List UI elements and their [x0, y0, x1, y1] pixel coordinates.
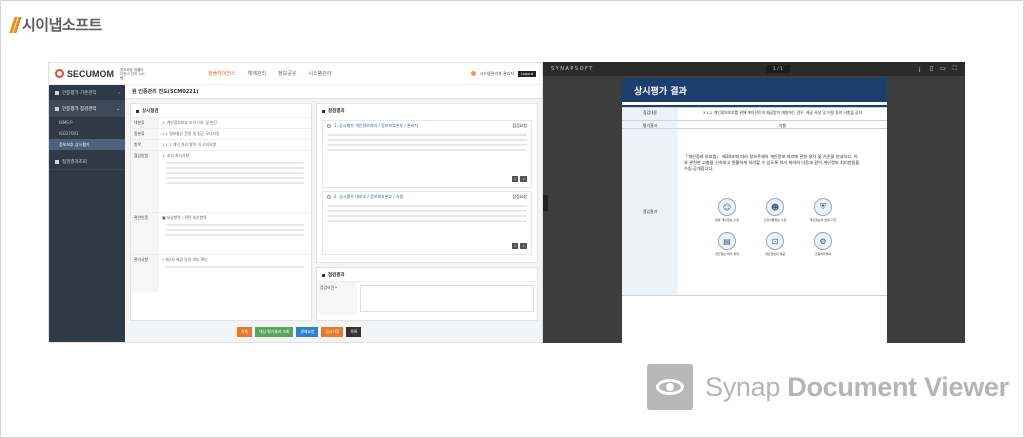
page-indicator[interactable]: 1 / 1 [765, 65, 790, 73]
chevron-down-icon: ⌄ [116, 106, 120, 111]
result-card: 1. 상시평가 개인정보처리 / 정보보호본부 / 관리자 점검요청 ⇩ ⇩ [322, 120, 532, 188]
brand-logo-text: 시이냅소프트 [22, 16, 102, 34]
info-icon[interactable]: ｉ [917, 65, 923, 74]
privacy-item: ▤ 개인정보 처리 위탁 [710, 232, 744, 256]
viewer-toolbar: SYNAPSOFT 1 / 1 ｉ ▯ ▭ ⛶ [543, 62, 965, 76]
fullscreen-icon[interactable]: ⛶ [953, 65, 957, 74]
sidebar-sub-iso[interactable]: ISO27001 [49, 128, 125, 139]
list-button[interactable]: 목록 [346, 327, 362, 337]
section-heading: 점검결과 [317, 104, 537, 117]
section-heading: 점검결과 [317, 268, 537, 281]
detail-row: 중분류 1.1 정보통신 운용 및 접근 모니터링 [131, 128, 311, 139]
temp-save-button[interactable]: 임시저장 [321, 327, 344, 337]
detail-row: 점검방법 1. 조치 처리사항 [131, 150, 311, 212]
main-content: 원 인증관리 전도(SCM0221) 상시점검 대분류 1. 개인정보보호 조치 … [125, 85, 542, 342]
menu-square-icon [55, 90, 59, 95]
privacy-notice-text: 「개인정보 보호법」 제30조에 따라 정보주체의 개인정보 처리에 관한 절차… [684, 154, 860, 171]
document-page: 상시평가 결과 점검내용 3.1.2 개인정보보호를 위해 에이전트의 제공받아 … [622, 78, 887, 343]
status-badge: 점검요청 [512, 123, 527, 128]
approval-request-button[interactable]: 결재요청 [296, 327, 319, 337]
sidebar-item-results[interactable]: 점검결과조회 [49, 154, 125, 170]
privacy-item: ☻ 고유식별정보 수집 [758, 198, 792, 222]
top-navigation: 컴플라이언스 체계관리 정보공유 시스템관리 [208, 70, 331, 77]
eye-logo-icon [647, 364, 693, 410]
nav-framework[interactable]: 체계관리 [248, 70, 266, 77]
gear-icon: ⚙ [814, 232, 832, 250]
radio-button[interactable] [327, 195, 331, 199]
sidebar-item-label: 인증평가 점검관리 [62, 106, 97, 112]
delete-button[interactable]: 삭제 [237, 327, 252, 337]
id-icon: ☻ [766, 198, 784, 216]
single-page-icon[interactable]: ▯ [930, 65, 933, 74]
inspection-results-pane: 점검결과 1. 상시평가 개인정보처리 / 정보보호본부 / 관리자 점검요청 ⇩… [316, 103, 538, 263]
lock-icon: ⊡ [766, 232, 784, 250]
privacy-item: ⛨ 개인정보의 보유 기간 [806, 198, 840, 222]
attachment-button[interactable]: ⇩ [520, 176, 527, 182]
logout-button[interactable]: Logout [518, 70, 536, 77]
person-icon: ☺ [718, 198, 736, 216]
result-card-title[interactable]: 1. 상시평가 개인정보처리 / 정보보호본부 / 관리자 [334, 123, 418, 129]
double-page-icon[interactable]: ▭ [940, 65, 946, 74]
secumom-logo-icon [55, 69, 64, 78]
document-table-row: 평가결과 이행 [622, 120, 887, 128]
chevron-right-icon: › [118, 90, 120, 95]
detail-row: 관련인증 ■ 대상항목 / 관련 세부항목 [131, 212, 311, 254]
thumbnail-toggle[interactable] [543, 195, 548, 211]
status-badge: 점검요청 [512, 194, 527, 199]
sidebar-item-label: 점검결과조회 [62, 159, 87, 165]
menu-square-icon [55, 106, 59, 111]
opinion-textarea[interactable] [360, 285, 534, 312]
result-opinion-pane: 점검결과 점검의견 * [316, 267, 538, 321]
detail-row: 항목 1.1.1 개인 처리 항목 이 고지사항 [131, 139, 311, 150]
attachment-button[interactable]: ⇩ [520, 243, 527, 249]
sidebar-sub-isms[interactable]: ISMS-P [49, 117, 125, 128]
nav-system[interactable]: 시스템관리 [308, 70, 331, 77]
privacy-icon-grid: ☺ 일반 개인정보 수집 ☻ 고유식별정보 수집 ⛨ 개인정보의 보유 기간 ▤ 개인정… [710, 198, 850, 256]
view-results-button[interactable]: 대상 평가결과 조회 [255, 327, 294, 337]
sidebar: 인증평가 기준관리 › 인증평가 점검관리 ⌄ ISMS-P ISO27001 … [49, 85, 125, 342]
document-icon: ▤ [718, 232, 736, 250]
viewer-tools: ｉ ▯ ▭ ⛶ [917, 65, 957, 74]
radio-button[interactable] [327, 124, 331, 128]
document-table-row: 점검내용 3.1.2 개인정보보호를 위해 에이전트의 제공받아 개발하는 경우,… [622, 107, 887, 120]
detail-row: 대분류 1. 개인정보보호 조치 이유 및 판단 [131, 117, 311, 128]
sidebar-item-criteria[interactable]: 인증평가 기준관리 › [49, 85, 125, 101]
shield-icon: ⛨ [814, 198, 832, 216]
user-area: 시스템관리자 관리자 Logout [470, 70, 536, 77]
privacy-item: ⚙ 고충처리부서 [806, 232, 840, 256]
nav-compliance[interactable]: 컴플라이언스 [208, 70, 236, 77]
privacy-item: ⊡ 개인정보의 제공 [758, 232, 792, 256]
nav-info-share[interactable]: 정보공유 [278, 70, 296, 77]
secumom-logo-text: SECUMOM [67, 68, 114, 79]
secumom-logo-subtitle: 정보보호 컴플라이언스 관리 시스템 [120, 67, 145, 80]
attachment-button[interactable]: ⇩ [511, 176, 519, 182]
action-buttons: 삭제 대상 평가결과 조회 결재요청 임시저장 목록 [237, 327, 362, 337]
privacy-item: ☺ 일반 개인정보 수집 [710, 198, 744, 222]
result-card-title[interactable]: 2. 상시평가 대외조 / 정보보호본부 / 사원 [334, 194, 403, 200]
app-top-bar: SECUMOM 정보보호 컴플라이언스 관리 시스템 컴플라이언스 체계관리 정… [49, 63, 542, 85]
section-heading: 상시점검 [131, 104, 311, 117]
synap-viewer-window: SYNAPSOFT 1 / 1 ｉ ▯ ▭ ⛶ 상시평가 결과 점검내용 3.1.… [543, 62, 965, 343]
page-title: 원 인증관리 전도(SCM0221) [125, 85, 542, 99]
synap-watermark: Synap Document Viewer [647, 364, 1009, 410]
sidebar-item-label: 인증평가 기준관리 [62, 90, 97, 96]
sidebar-sub-continuous-eval[interactable]: 정보보호 상시평가 [49, 139, 125, 150]
opinion-label: 점검의견 * [317, 282, 357, 315]
inspection-detail-pane: 상시점검 대분류 1. 개인정보보호 조치 이유 및 판단 중분류 1.1 정보통신… [130, 103, 312, 321]
viewer-brand: SYNAPSOFT [551, 66, 594, 72]
brand-mark-icon [9, 16, 22, 33]
user-icon [470, 71, 476, 76]
user-name[interactable]: 시스템관리자 관리자 [480, 71, 514, 77]
secumom-logo[interactable]: SECUMOM 정보보호 컴플라이언스 관리 시스템 [55, 68, 146, 80]
sidebar-item-inspection[interactable]: 인증평가 점검관리 ⌄ [49, 101, 125, 117]
result-card: 2. 상시평가 대외조 / 정보보호본부 / 사원 점검요청 ⇩ ⇩ [322, 191, 532, 255]
watermark-text: Synap Document Viewer [705, 371, 1009, 402]
attachment-button[interactable]: ⇩ [511, 243, 519, 249]
detail-row: 관리사항 • 제3자 제공 동의 여부 확인 [131, 254, 311, 292]
secumom-app-window: SECUMOM 정보보호 컴플라이언스 관리 시스템 컴플라이언스 체계관리 정… [48, 62, 543, 343]
brand-logo: 시이냅소프트 [9, 14, 102, 35]
menu-square-icon [55, 159, 59, 164]
document-title: 상시평가 결과 [622, 78, 887, 102]
